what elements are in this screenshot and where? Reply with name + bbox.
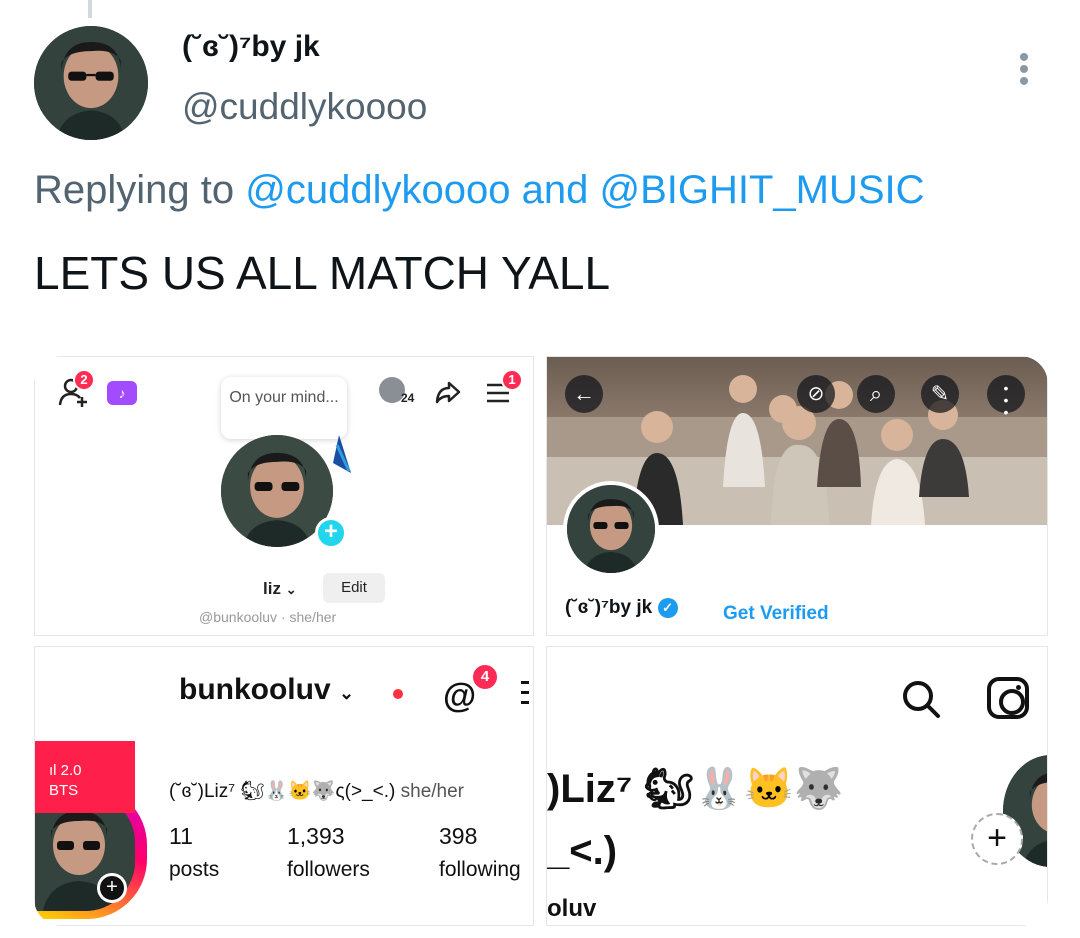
media-grid[interactable]: 2 ♪ On your mind... + 24 1 liz ⌄ Edit @b… [34,356,1048,926]
x-profile-name: (˘ɞ˘)⁷by jk ✓ [565,597,678,619]
add-story-button[interactable]: + [315,517,347,549]
add-story-button[interactable]: + [97,873,127,903]
posts-stat[interactable]: 11 posts [169,823,219,882]
menu-badge: 1 [501,369,523,391]
chevron-down-icon: ⌄ [285,582,297,597]
ig-username-text: bunkooluv [179,673,331,706]
following-label: following [439,858,521,881]
grok-icon[interactable]: ⊘ [797,375,835,413]
ig-username[interactable]: bunkooluv ⌄ [179,673,354,707]
menu-icon[interactable] [521,681,533,711]
instagram-profile-screenshot[interactable]: bunkooluv ⌄ @ 4 ıl 2.0 BTS + (˘ɞ˘)Liz⁷ 🐿… [34,646,534,926]
profile-name[interactable]: liz ⌄ [263,579,297,599]
posts-label: posts [169,858,220,881]
edit-icon[interactable]: ✎ [921,375,959,413]
tiktok-profile-screenshot[interactable]: 2 ♪ On your mind... + 24 1 liz ⌄ Edit @b… [34,356,534,636]
party-hat-icon [329,433,359,477]
profile-name-text: liz [263,579,281,598]
tweet-text: LETS US ALL MATCH YALL [34,247,611,299]
x-profile-screenshot[interactable]: ← ⊘ ⌕ ✎ • • • (˘ɞ˘)⁷by jk ✓ Get Verified [546,356,1048,636]
note-bubble-text: On your mind... [229,389,339,406]
thread-line [88,0,92,18]
search-icon[interactable] [901,679,941,719]
instagram-icon[interactable] [987,677,1029,719]
mention-link-bighit[interactable]: @BIGHIT_MUSIC [599,168,924,212]
following-stat[interactable]: 398 following [439,823,521,882]
x-profile-avatar[interactable] [563,481,659,577]
followers-stat[interactable]: 1,393 followers [287,823,370,882]
note-bubble[interactable]: On your mind... [221,377,347,439]
replying-prefix: Replying to [34,168,235,212]
music-note-line1: ıl 2.0 [49,762,82,779]
share-icon[interactable] [433,377,463,407]
profile-bio-line1: )Liz⁷ 🐿🐰🐱🐺 [547,767,844,811]
x-profile-name-text: (˘ɞ˘)⁷by jk [565,597,653,618]
replying-to-line: Replying to @cuddlykoooo and @BIGHIT_MUS… [34,168,925,213]
mention-link-author[interactable]: @cuddlykoooo [245,168,510,212]
followers-label: followers [287,858,370,881]
author-display-name[interactable]: (˘ɞ˘)⁷by jk [182,30,320,64]
author-handle[interactable]: @cuddlykoooo [182,86,427,128]
followers-count: 1,393 [287,823,345,849]
profile-subline: @bunkooluv · she/her [199,609,337,625]
more-icon[interactable]: • • • [987,375,1025,419]
cropped-profile-screenshot[interactable]: )Liz⁷ 🐿🐰🐱🐺 _<.) oluv + [546,646,1048,926]
stories-count: 24 [401,391,415,405]
person-photo [567,485,655,573]
verified-badge-icon: ✓ [657,597,678,618]
back-arrow-icon[interactable]: ← [565,375,603,413]
following-count: 398 [439,823,478,849]
ig-bio: (˘ɞ˘)Liz⁷ 🐿🐰🐱🐺ς(>_<.) she/her [169,779,464,803]
ig-bio-text: (˘ɞ˘)Liz⁷ 🐿🐰🐱🐺ς(>_<.) [169,781,396,802]
threads-badge: 4 [471,663,499,691]
threads-icon[interactable]: @ [443,677,476,716]
more-options-icon[interactable]: • • • [1014,43,1034,97]
chevron-down-icon: ⌄ [339,683,355,703]
profile-username-partial: oluv [547,895,597,922]
profile-bio-line2: _<.) [547,829,618,873]
unread-dot [393,689,403,699]
posts-count: 11 [169,823,193,849]
person-photo [34,26,148,140]
ig-pronouns: she/her [400,781,464,802]
music-note-line2: BTS [49,782,79,799]
notification-badge: 2 [73,369,95,391]
author-avatar[interactable] [34,26,148,140]
replying-and: and [521,168,589,212]
tiktok-studio-icon[interactable]: ♪ [107,381,137,405]
music-note-sticker[interactable]: ıl 2.0 BTS [35,741,135,813]
search-icon[interactable]: ⌕ [857,375,895,413]
edit-profile-button[interactable]: Edit [323,573,385,603]
add-story-button[interactable]: + [971,813,1023,865]
get-verified-link[interactable]: Get Verified [723,603,829,625]
